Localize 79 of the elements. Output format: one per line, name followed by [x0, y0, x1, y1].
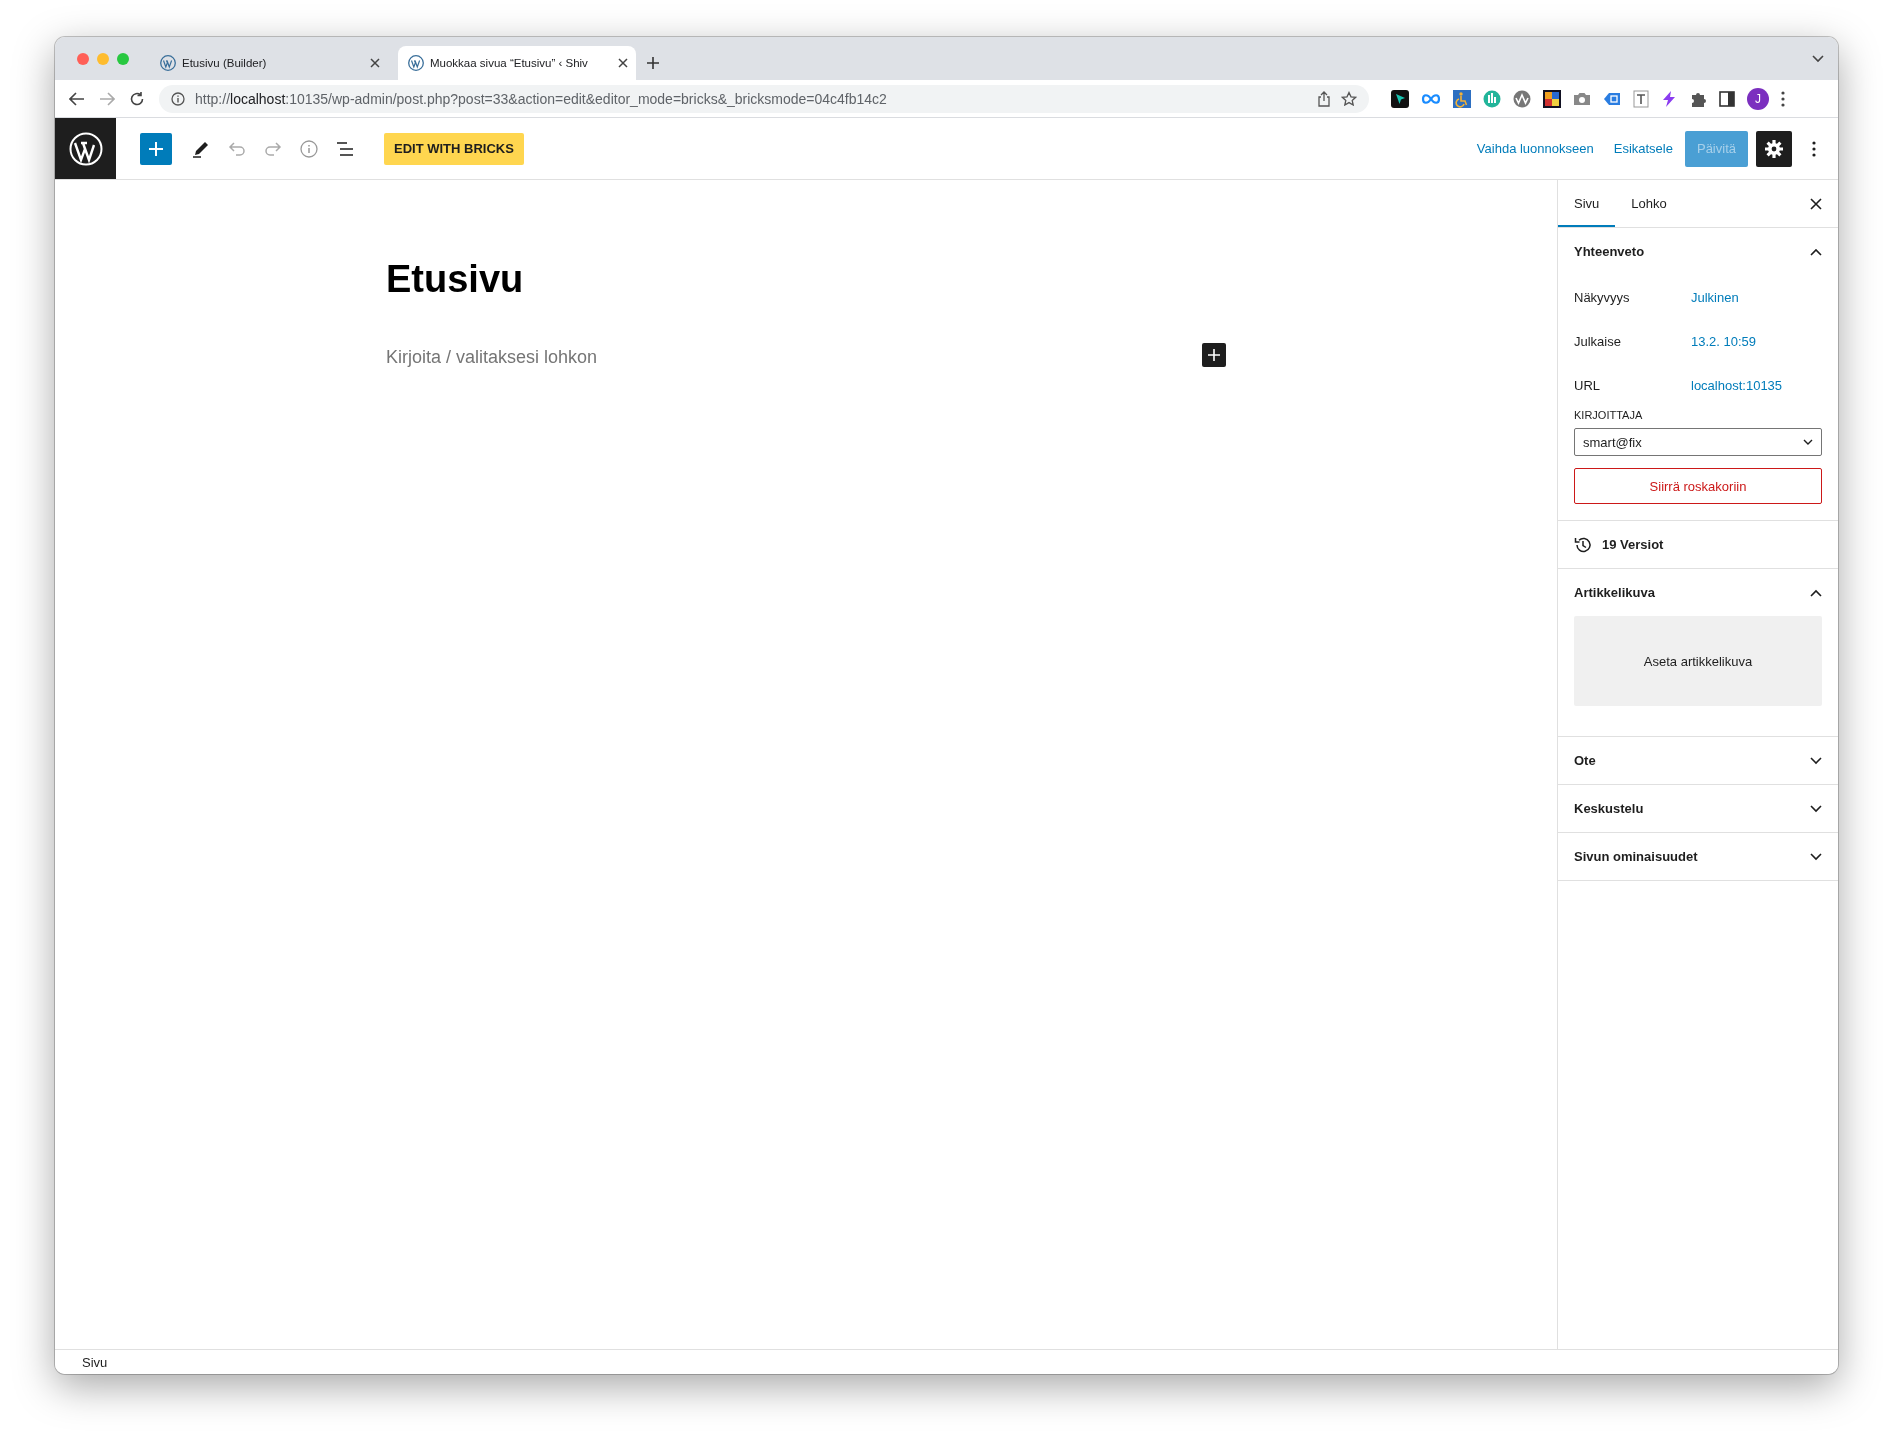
list-view-icon[interactable]	[336, 141, 354, 156]
url-text: http://localhost:10135/wp-admin/post.php?post=33&action=edit&editor_mode=bricks&_bricksmode=04c4fb14c2	[195, 90, 888, 107]
lightning-icon[interactable]	[1661, 89, 1677, 108]
panel-title: Sivun ominaisuudet	[1574, 849, 1698, 864]
chevron-down-icon[interactable]	[1810, 852, 1822, 861]
move-to-trash-button[interactable]: Siirrä roskakoriin	[1574, 468, 1822, 504]
breadcrumb-link[interactable]: Sivu	[82, 1354, 108, 1370]
sidebar-tab[interactable]: Lohko	[1615, 180, 1683, 227]
history-icon	[1574, 535, 1592, 554]
plus-icon	[1208, 348, 1220, 361]
plus-icon	[148, 140, 164, 157]
back-icon[interactable]	[69, 91, 85, 106]
revisions-link[interactable]: 19 Versiot	[1558, 521, 1838, 568]
field-value-link[interactable]: 13.2. 10:59	[1691, 333, 1757, 349]
infinity-icon[interactable]	[1421, 92, 1441, 105]
field-label: Näkyvyys	[1574, 289, 1631, 305]
accessibility-icon[interactable]	[1453, 89, 1471, 108]
sidebar-icon[interactable]	[1719, 90, 1735, 107]
wordpress-icon	[68, 131, 103, 166]
field-label: Julkaise	[1574, 333, 1622, 349]
settings-button[interactable]	[1756, 130, 1792, 167]
wordpress-logo[interactable]	[55, 118, 116, 179]
paragraph-placeholder[interactable]: Kirjoita / valitaksesi lohkon	[386, 347, 598, 368]
camera-icon[interactable]	[1573, 91, 1591, 106]
reload-icon[interactable]	[129, 90, 145, 107]
info-icon[interactable]	[300, 139, 318, 158]
chevron-up-icon[interactable]	[1810, 588, 1822, 597]
browser-tab[interactable]: Muokkaa sivua “Etusivu” ‹ Shiv	[398, 46, 636, 80]
close-icon[interactable]	[1810, 197, 1822, 210]
cursor-icon[interactable]	[1391, 89, 1409, 108]
panel-header[interactable]: Artikkelikuva	[1558, 569, 1838, 616]
author-select[interactable]: smart@fix	[1574, 428, 1822, 456]
options-icon[interactable]	[1812, 140, 1816, 157]
chevron-down-icon[interactable]	[1810, 804, 1822, 813]
address-bar[interactable]: http://localhost:10135/wp-admin/post.php?post=33&action=edit&editor_mode=bricks&_bricksmode=04c4fb14c2	[159, 84, 1369, 113]
field-value-link[interactable]: localhost:10135	[1691, 377, 1783, 393]
panel-header[interactable]: Ote	[1558, 737, 1838, 784]
add-block-button[interactable]	[1202, 342, 1226, 367]
close-icon[interactable]	[370, 58, 380, 68]
page-title[interactable]: Etusivu	[386, 258, 1226, 301]
set-featured-image-button[interactable]: Aseta artikkelikuva	[1574, 616, 1822, 706]
chevron-down-icon[interactable]	[1812, 54, 1824, 63]
sidebar-tab[interactable]: Sivu	[1558, 180, 1616, 227]
new-tab-icon[interactable]	[646, 55, 660, 70]
edit-with-bricks-button[interactable]: EDIT WITH BRICKS	[384, 132, 524, 165]
minimize-dot-icon[interactable]	[97, 52, 109, 65]
field-value-link[interactable]: Julkinen	[1691, 289, 1739, 305]
info-icon[interactable]	[171, 91, 185, 106]
close-icon[interactable]	[618, 58, 628, 68]
mosaic-icon[interactable]	[1543, 89, 1561, 108]
panel-title: Ote	[1574, 753, 1596, 768]
panel-title: Yhteenveto	[1574, 244, 1645, 259]
chevron-down-icon	[1803, 439, 1813, 445]
profile-avatar[interactable]: J	[1747, 87, 1769, 110]
chevron-down-icon[interactable]	[1810, 756, 1822, 765]
panel-header[interactable]: Yhteenveto	[1558, 228, 1838, 275]
star-icon[interactable]	[1341, 90, 1357, 107]
panel-header[interactable]: Keskustelu	[1558, 785, 1838, 832]
close-dot-icon[interactable]	[77, 52, 89, 65]
preview-link[interactable]: Esikatsele	[1605, 141, 1681, 156]
switch-to-draft-link[interactable]: Vaihda luonnokseen	[1468, 141, 1602, 156]
tag-icon[interactable]	[1603, 91, 1621, 106]
chart-circle-icon[interactable]	[1483, 89, 1501, 108]
browser-tab[interactable]: Etusivu (Builder)	[150, 46, 388, 80]
document-icon[interactable]	[1633, 89, 1649, 108]
chevron-up-icon[interactable]	[1810, 247, 1822, 256]
panel-header[interactable]: Sivun ominaisuudet	[1558, 833, 1838, 880]
wave-icon[interactable]	[1513, 89, 1531, 108]
pencil-icon[interactable]	[192, 139, 210, 158]
share-icon[interactable]	[1317, 90, 1331, 107]
more-icon[interactable]	[1781, 90, 1785, 107]
author-label: KIRJOITTAJA	[1574, 409, 1644, 421]
panel-title: Artikkelikuva	[1574, 585, 1655, 600]
zoom-dot-icon[interactable]	[117, 52, 129, 65]
field-label: URL	[1574, 377, 1601, 393]
panel-title: Keskustelu	[1574, 801, 1644, 816]
wordpress-icon	[408, 55, 424, 71]
wordpress-icon	[160, 55, 176, 71]
settings-icon	[1764, 138, 1784, 159]
